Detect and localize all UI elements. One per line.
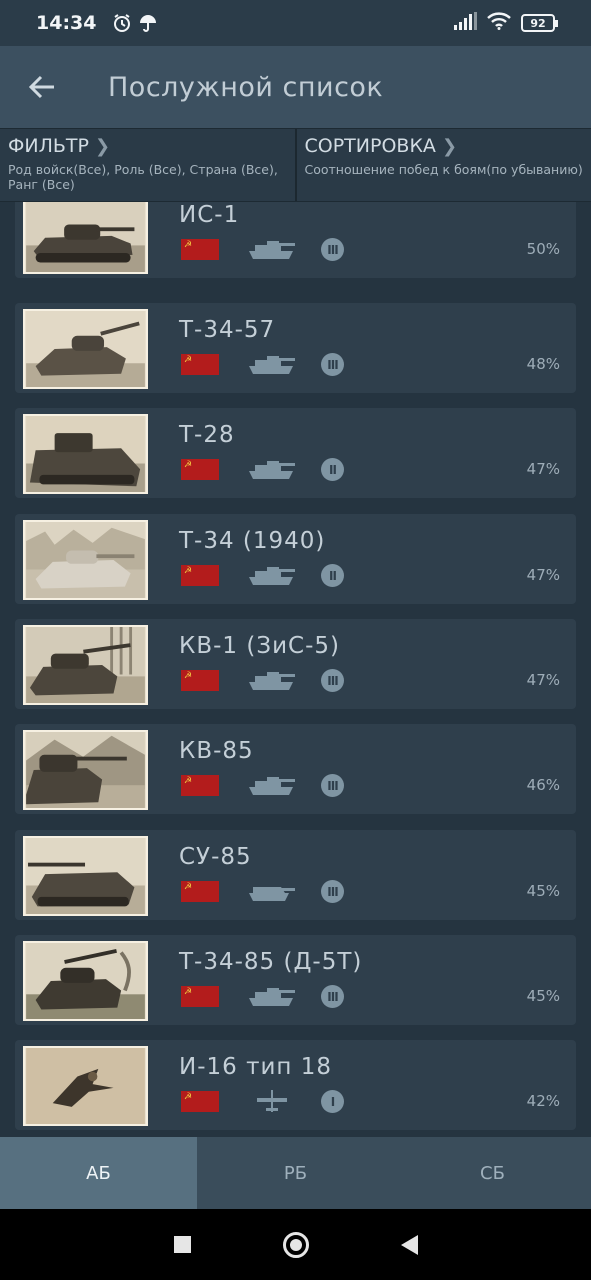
vehicle-card[interactable]: ИС-1 ☭ III 50% — [15, 202, 576, 278]
sort-button[interactable]: СОРТИРОВКА ❯ Соотношение побед к боям(по… — [297, 129, 591, 201]
win-rate: 42% — [526, 1092, 560, 1110]
tank-destroyer-icon — [249, 887, 295, 901]
vehicle-name: КВ-85 — [179, 738, 254, 764]
ussr-flag-icon: ☭ — [181, 775, 219, 796]
rank-badge: II — [321, 564, 344, 587]
ussr-flag-icon: ☭ — [181, 986, 219, 1007]
win-rate: 47% — [526, 460, 560, 478]
vehicle-card[interactable]: Т-34 (1940) ☭ II 47% — [15, 514, 576, 604]
rank-badge: III — [321, 669, 344, 692]
ussr-flag-icon: ☭ — [181, 354, 219, 375]
vehicle-card[interactable]: СУ-85 ☭ III 45% — [15, 830, 576, 920]
vehicle-name: Т-34-85 (Д-5Т) — [179, 949, 363, 975]
win-rate: 45% — [526, 987, 560, 1005]
wifi-icon — [487, 12, 511, 34]
vehicle-name: СУ-85 — [179, 844, 252, 870]
win-rate: 50% — [526, 240, 560, 258]
tank-icon — [249, 461, 295, 479]
tank-icon — [249, 567, 295, 585]
filter-sort-bar: ФИЛЬТР ❯ Род войск(Все), Роль (Все), Стр… — [0, 128, 591, 202]
ussr-flag-icon: ☭ — [181, 239, 219, 260]
vehicle-thumbnail — [23, 836, 148, 916]
rank-badge: I — [321, 1090, 344, 1113]
sort-value: Соотношение побед к боям(по убыванию) — [304, 162, 583, 177]
filter-label: ФИЛЬТР — [8, 135, 89, 157]
chevron-right-icon: ❯ — [94, 135, 111, 157]
vehicle-name: КВ-1 (ЗиС-5) — [179, 633, 340, 659]
tank-icon — [249, 988, 295, 1006]
status-time: 14:34 — [36, 12, 97, 34]
rank-badge: III — [321, 985, 344, 1008]
vehicle-thumbnail — [23, 414, 148, 494]
vehicle-name: Т-34-57 — [179, 317, 276, 343]
filter-value: Род войск(Все), Роль (Все), Страна (Все)… — [8, 162, 278, 192]
rank-badge: III — [321, 238, 344, 261]
signal-icon — [453, 12, 477, 34]
rank-badge: II — [321, 458, 344, 481]
status-bar: 14:34 92 — [0, 0, 591, 46]
ussr-flag-icon: ☭ — [181, 881, 219, 902]
win-rate: 45% — [526, 882, 560, 900]
vehicle-thumbnail — [23, 941, 148, 1021]
vehicle-card[interactable]: И-16 тип 18 ☭ I 42% — [15, 1040, 576, 1130]
vehicle-thumbnail — [23, 730, 148, 810]
app-bar: Послужной список — [0, 46, 591, 128]
plane-icon — [257, 1090, 287, 1112]
vehicle-card[interactable]: КВ-85 ☭ III 46% — [15, 724, 576, 814]
vehicle-thumbnail — [23, 520, 148, 600]
ussr-flag-icon: ☭ — [181, 459, 219, 480]
tank-icon — [249, 777, 295, 795]
vehicle-card[interactable]: Т-28 ☭ II 47% — [15, 408, 576, 498]
tab-rb[interactable]: РБ — [197, 1137, 394, 1209]
vehicle-name: И-16 тип 18 — [179, 1054, 333, 1080]
vehicle-name: Т-34 (1940) — [179, 528, 326, 554]
vehicle-name: Т-28 — [179, 422, 235, 448]
rank-badge: III — [321, 353, 344, 376]
vehicle-card[interactable]: Т-34-57 ☭ III 48% — [15, 303, 576, 393]
back-button[interactable] — [0, 46, 84, 128]
rank-badge: III — [321, 774, 344, 797]
system-nav-bar — [0, 1209, 591, 1280]
vehicle-thumbnail — [23, 1046, 148, 1126]
vehicle-list[interactable]: ИС-1 ☭ III 50% Т-34-57 ☭ III 48% Т-28 ☭ … — [0, 202, 591, 1137]
tank-icon — [249, 672, 295, 690]
home-button[interactable] — [282, 1231, 309, 1258]
vehicle-thumbnail — [23, 202, 148, 274]
win-rate: 47% — [526, 566, 560, 584]
chevron-right-icon: ❯ — [441, 135, 458, 157]
tab-sb[interactable]: СБ — [394, 1137, 591, 1209]
vehicle-thumbnail — [23, 309, 148, 389]
ussr-flag-icon: ☭ — [181, 565, 219, 586]
mode-tabs: АБ РБ СБ — [0, 1137, 591, 1209]
tank-icon — [249, 241, 295, 259]
tab-ab[interactable]: АБ — [0, 1137, 197, 1209]
battery-icon: 92 — [521, 14, 558, 32]
vehicle-thumbnail — [23, 625, 148, 705]
recents-button[interactable] — [173, 1236, 191, 1253]
arrow-left-icon — [28, 75, 54, 99]
back-nav-button[interactable] — [400, 1234, 418, 1255]
vehicle-card[interactable]: Т-34-85 (Д-5Т) ☭ III 45% — [15, 935, 576, 1025]
filter-button[interactable]: ФИЛЬТР ❯ Род войск(Все), Роль (Все), Стр… — [0, 129, 297, 201]
vehicle-name: ИС-1 — [179, 202, 240, 228]
vehicle-card[interactable]: КВ-1 (ЗиС-5) ☭ III 47% — [15, 619, 576, 709]
win-rate: 47% — [526, 671, 560, 689]
tank-icon — [249, 356, 295, 374]
sort-label: СОРТИРОВКА — [304, 135, 436, 157]
rank-badge: III — [321, 880, 344, 903]
ussr-flag-icon: ☭ — [181, 1091, 219, 1112]
win-rate: 46% — [526, 776, 560, 794]
umbrella-icon — [138, 13, 158, 33]
win-rate: 48% — [526, 355, 560, 373]
page-title: Послужной список — [108, 71, 384, 103]
alarm-icon — [112, 13, 132, 33]
ussr-flag-icon: ☭ — [181, 670, 219, 691]
